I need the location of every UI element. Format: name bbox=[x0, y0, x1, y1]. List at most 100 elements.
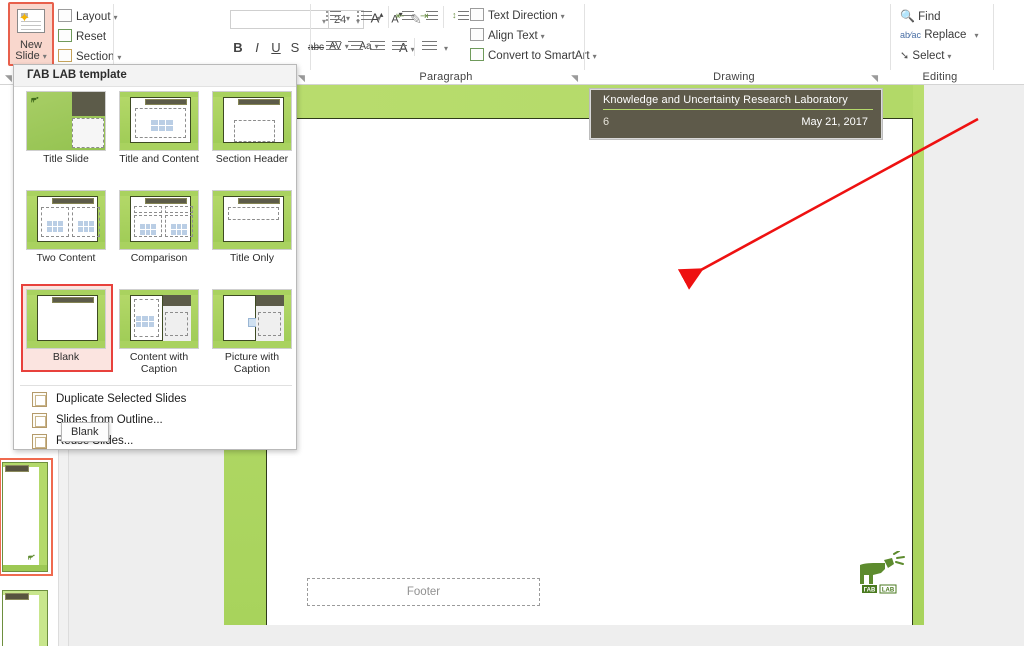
line-spacing-icon[interactable]: ↕ bbox=[452, 10, 469, 23]
underline-button[interactable]: U bbox=[269, 40, 283, 55]
gallery-header: ГАВ LAB template bbox=[14, 65, 296, 87]
paragraph-dialog-launcher[interactable]: ◥ bbox=[571, 73, 578, 84]
slide-canvas[interactable]: Knowledge and Uncertainty Research Labor… bbox=[224, 85, 924, 625]
layout-content-with-caption[interactable]: Content with Caption bbox=[114, 287, 204, 377]
blank-layout-tooltip: Blank bbox=[61, 422, 109, 442]
align-right-icon[interactable] bbox=[370, 40, 386, 53]
reset-button[interactable]: Reset bbox=[58, 29, 106, 43]
bold-button[interactable]: B bbox=[231, 40, 245, 55]
columns-dropdown-icon[interactable]: ▾ bbox=[444, 44, 448, 53]
layout-thumbnail bbox=[212, 289, 292, 349]
layout-title-and-content[interactable]: Title and Content bbox=[114, 89, 204, 179]
slide-thumbnail-selected[interactable] bbox=[0, 458, 53, 576]
layout-thumbnail bbox=[26, 289, 106, 349]
section-icon bbox=[58, 49, 72, 62]
slides-dialog-launcher[interactable]: ◥ bbox=[5, 73, 12, 84]
text-direction-icon bbox=[470, 8, 484, 21]
ribbon-group-paragraph: ▾ ▾ ⇤ ⇥ ↕ ▾ Text Direction ▾ Align Text … bbox=[310, 0, 597, 85]
layout-label: Title Slide bbox=[43, 153, 89, 165]
ribbon-group-editing: 🔍 Find ab⁄ac Replace ▾ ➘ Select ▾ Editing bbox=[890, 0, 990, 85]
columns-icon[interactable] bbox=[422, 40, 438, 53]
layout-two-content[interactable]: Two Content bbox=[21, 188, 111, 278]
reuse-slides-icon bbox=[32, 434, 47, 449]
duplicate-selected-slides-menu-item[interactable]: Duplicate Selected Slides bbox=[14, 389, 296, 410]
layout-thumbnail bbox=[26, 190, 106, 250]
slide-thumbnail-next[interactable] bbox=[2, 590, 48, 646]
layout-label: Title and Content bbox=[119, 153, 199, 165]
replace-icon: ab⁄ac bbox=[900, 30, 922, 40]
drawing-group-label: Drawing bbox=[713, 71, 755, 83]
bullets-icon[interactable] bbox=[326, 10, 341, 23]
layout-label: Comparison bbox=[130, 252, 188, 264]
cursor-icon: ➘ bbox=[900, 50, 910, 62]
slide-date: May 21, 2017 bbox=[801, 116, 868, 128]
footer-placeholder[interactable]: Footer bbox=[307, 578, 540, 606]
numbering-icon[interactable] bbox=[357, 10, 372, 23]
find-button[interactable]: 🔍 Find bbox=[900, 9, 941, 23]
new-slide-label: New Slide ▾ bbox=[15, 39, 47, 62]
group-separator bbox=[993, 4, 994, 70]
editing-group-label: Editing bbox=[922, 71, 958, 83]
thumbnail-body bbox=[2, 590, 48, 646]
divider bbox=[443, 6, 444, 28]
layout-label: Title Only bbox=[230, 252, 274, 264]
decrease-indent-icon[interactable]: ⇤ bbox=[396, 10, 414, 23]
slide-right-green-band bbox=[913, 85, 924, 625]
layout-thumbnail bbox=[212, 190, 292, 250]
layout-thumbnail bbox=[212, 91, 292, 151]
layout-thumbnail bbox=[119, 289, 199, 349]
slide-content-area[interactable] bbox=[266, 118, 913, 625]
text-direction-button[interactable]: Text Direction ▾ bbox=[470, 8, 565, 22]
layout-label: Content with Caption bbox=[129, 351, 189, 375]
layout-section-header[interactable]: Section Header bbox=[207, 89, 297, 179]
layout-thumbnail bbox=[119, 190, 199, 250]
layout-title-slide[interactable]: Title Slide bbox=[21, 89, 111, 179]
thumbnail-logo-icon bbox=[28, 554, 35, 560]
increase-indent-icon[interactable]: ⇥ bbox=[420, 10, 438, 23]
reuse-slides-menu-item[interactable]: Reuse Slides... bbox=[14, 431, 296, 452]
divider bbox=[388, 6, 389, 28]
drawing-dialog-launcher[interactable]: ◥ bbox=[871, 73, 878, 84]
layout-label: Two Content bbox=[36, 252, 96, 264]
layout-comparison[interactable]: Comparison bbox=[114, 188, 204, 278]
convert-smartart-button[interactable]: Convert to SmartArt ▾ bbox=[470, 48, 597, 62]
align-left-icon[interactable] bbox=[326, 40, 342, 53]
divider bbox=[414, 38, 415, 56]
layout-button[interactable]: Layout ▾ bbox=[58, 9, 118, 23]
slides-from-outline-icon bbox=[32, 413, 47, 428]
replace-button[interactable]: ab⁄ac Replace ▾ bbox=[900, 29, 978, 41]
layout-title-only[interactable]: Title Only bbox=[207, 188, 297, 278]
layout-label: Blank bbox=[52, 351, 80, 363]
slide-header-box[interactable]: Knowledge and Uncertainty Research Labor… bbox=[590, 89, 882, 139]
numbering-dropdown-icon[interactable]: ▾ bbox=[377, 14, 381, 23]
duplicate-slides-icon bbox=[32, 392, 47, 407]
footer-placeholder-label: Footer bbox=[406, 586, 441, 598]
svg-text:LAB: LAB bbox=[882, 588, 895, 594]
bullets-dropdown-icon[interactable]: ▾ bbox=[346, 14, 350, 23]
section-button[interactable]: Section ▾ bbox=[58, 49, 121, 63]
align-text-icon bbox=[470, 28, 484, 41]
italic-button[interactable]: I bbox=[250, 40, 264, 55]
svg-text:ГАВ: ГАВ bbox=[864, 588, 876, 594]
paragraph-group-label: Paragraph bbox=[419, 71, 473, 83]
thumbnail-body bbox=[2, 462, 48, 572]
new-slide-button[interactable]: ✦ New Slide ▾ bbox=[8, 2, 54, 66]
text-shadow-button[interactable]: S bbox=[288, 40, 302, 55]
font-dialog-launcher[interactable]: ◥ bbox=[298, 73, 305, 84]
layout-thumbnail bbox=[119, 91, 199, 151]
align-text-button[interactable]: Align Text ▾ bbox=[470, 28, 545, 42]
layout-icon bbox=[58, 9, 72, 22]
smartart-icon bbox=[470, 48, 484, 61]
slides-from-outline-menu-item[interactable]: Slides from Outline... bbox=[14, 410, 296, 431]
align-center-icon[interactable] bbox=[348, 40, 364, 53]
slide-thumbnail-pane[interactable] bbox=[0, 450, 58, 646]
layout-blank[interactable]: Blank bbox=[21, 284, 113, 377]
reset-icon bbox=[58, 29, 72, 42]
select-button[interactable]: ➘ Select ▾ bbox=[900, 49, 951, 62]
new-slide-icon: ✦ bbox=[17, 9, 45, 33]
layout-picture-with-caption[interactable]: Picture with Caption bbox=[207, 287, 297, 377]
layout-gallery-dropdown[interactable]: ГАВ LAB template Title Slide Title and C… bbox=[13, 64, 297, 450]
ribbon-group-drawing: A \ ↘ ▭ ◯ ▢ △ ⌐ Ꞁ ⇨ ⇩ ⌂ ℘ ⌒ ⌢ { } ☆ ▲ bbox=[584, 0, 884, 85]
fablab-logo: ГАВ LAB bbox=[860, 551, 905, 594]
justify-icon[interactable] bbox=[392, 40, 408, 53]
